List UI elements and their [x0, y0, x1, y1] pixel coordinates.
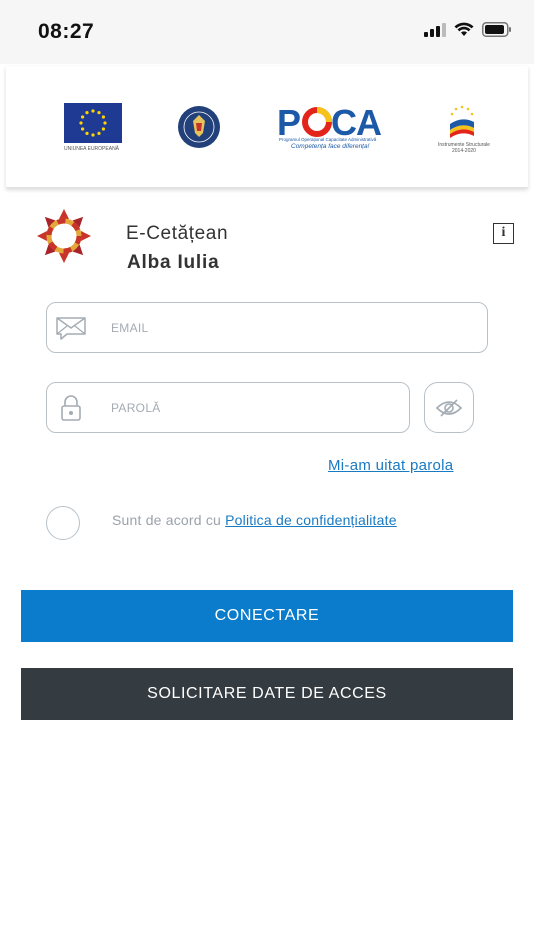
connect-button[interactable]: CONECTARE — [21, 590, 513, 642]
privacy-agree-prefix: Sunt de acord cu — [112, 512, 226, 528]
status-bar: 08:27 — [0, 0, 534, 64]
lock-icon — [61, 394, 81, 421]
government-seal-icon — [178, 106, 220, 148]
battery-icon — [482, 22, 511, 37]
password-field[interactable] — [46, 382, 411, 433]
poca-logo: P CA Programul Operațional Capacitate Ad… — [277, 104, 385, 154]
password-input[interactable] — [111, 383, 411, 432]
wifi-icon — [454, 22, 474, 36]
poca-line1: Programul Operațional Capacitate Adminis… — [279, 137, 377, 142]
forgot-password-link[interactable]: Mi-am uitat parola — [328, 457, 453, 474]
info-button[interactable]: i — [493, 223, 514, 244]
envelope-icon — [56, 316, 86, 340]
privacy-agree-checkbox[interactable] — [46, 506, 80, 540]
privacy-policy-link[interactable]: Politica de confidențialitate — [225, 512, 397, 528]
status-time: 08:27 — [38, 20, 95, 43]
sponsor-logos-bar: UNIUNEA EUROPEANĂ P CA Programul Operați… — [6, 66, 528, 188]
info-icon: i — [501, 225, 506, 240]
poca-wordmark-text: P — [277, 104, 300, 138]
request-access-button[interactable]: SOLICITARE DATE DE ACCES — [21, 668, 513, 720]
app-subtitle: Alba Iulia — [127, 252, 220, 273]
eu-caption: UNIUNEA EUROPEANĂ — [64, 146, 120, 152]
si-caption-2: 2014-2020 — [452, 148, 476, 154]
signal-icon — [424, 22, 446, 37]
eye-slash-icon — [435, 398, 463, 417]
app-title: E-Cetățean — [126, 223, 229, 244]
e-cetatean-logo-icon — [37, 209, 91, 263]
status-icons — [424, 22, 512, 37]
structural-instruments-icon — [450, 105, 474, 138]
email-field[interactable] — [46, 302, 488, 353]
poca-tagline: Competența face diferența! — [291, 143, 370, 150]
email-input[interactable] — [111, 303, 411, 352]
toggle-password-visibility-button[interactable] — [424, 382, 474, 433]
privacy-agree-label: Sunt de acord cu Politica de confidenția… — [112, 512, 397, 528]
svg-text:CA: CA — [331, 104, 382, 138]
eu-flag-icon — [64, 103, 122, 143]
poca-wordmark-icon: P CA — [277, 104, 383, 138]
